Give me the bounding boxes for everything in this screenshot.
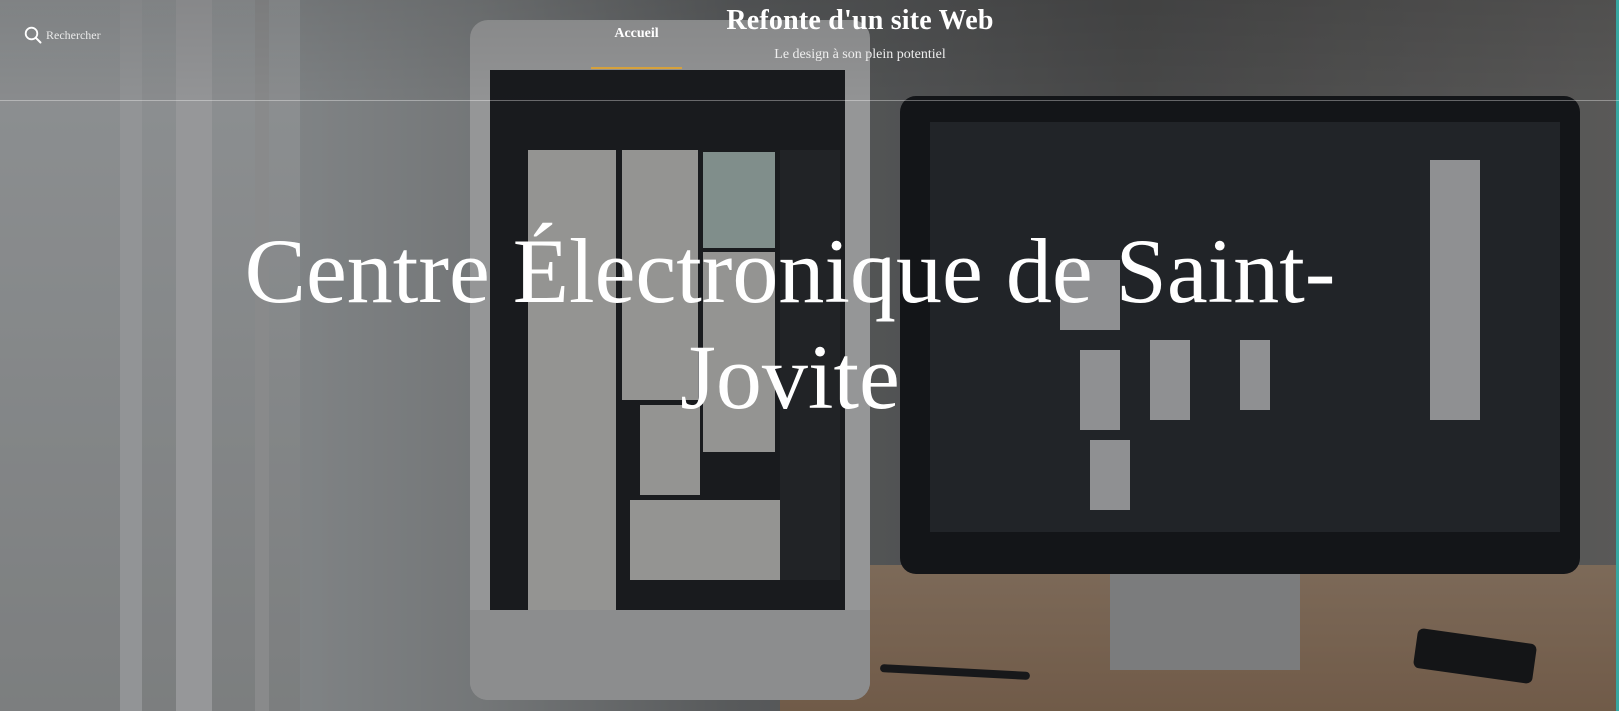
main-navigation: Accueil (591, 0, 682, 70)
nav-item-accueil[interactable]: Accueil (591, 0, 682, 70)
hero-section: Rechercher Accueil Refonte d'un site Web… (0, 0, 1619, 711)
site-header: Rechercher Accueil Refonte d'un site Web… (0, 0, 1619, 101)
search-label: Rechercher (46, 27, 101, 42)
search-button[interactable]: Rechercher (24, 26, 101, 44)
hero-heading: Centre Électronique de Saint-Jovite (244, 220, 1336, 428)
site-title[interactable]: Refonte d'un site Web (700, 5, 1020, 37)
site-tagline: Le design à son plein potentiel (774, 47, 946, 62)
search-icon (24, 26, 42, 44)
site-branding: Refonte d'un site Web Le design à son pl… (700, 0, 1020, 63)
nav-active-indicator (591, 67, 682, 69)
